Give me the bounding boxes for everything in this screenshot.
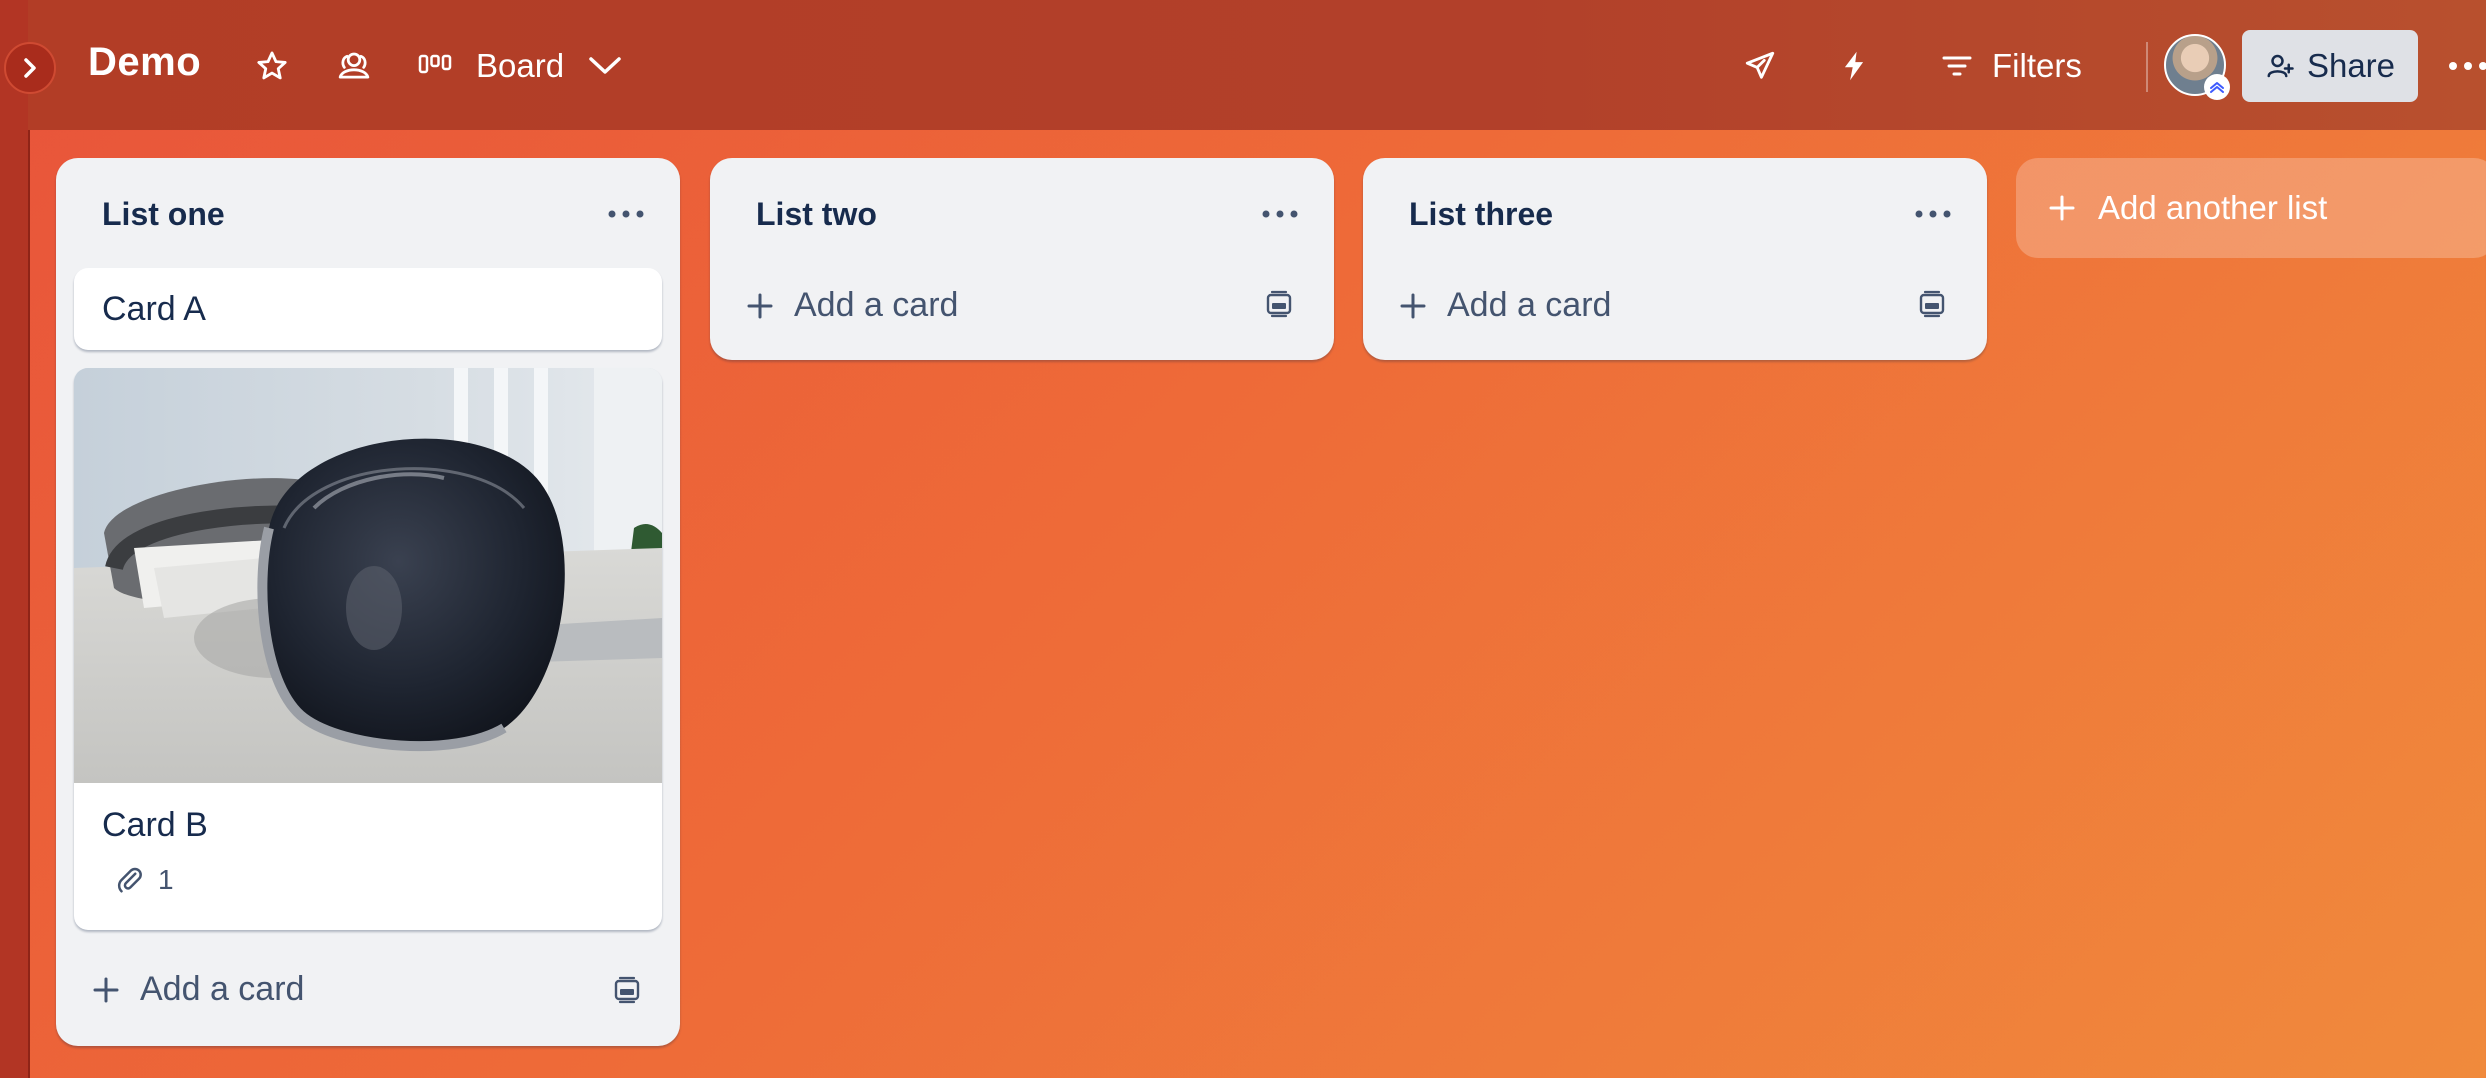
filters-button[interactable]: Filters [1942, 34, 2082, 98]
avatar[interactable] [2164, 34, 2230, 100]
add-card-label: Add a card [1447, 286, 1612, 324]
list-menu-button[interactable] [1262, 206, 1298, 218]
star-icon [257, 51, 287, 80]
rocket-icon [1745, 51, 1775, 79]
plus-icon [2049, 195, 2075, 221]
list-menu-button[interactable] [1915, 206, 1951, 218]
plus-icon [747, 293, 773, 318]
more-horizontal-icon [1915, 210, 1951, 218]
lightning-icon [1844, 51, 1864, 81]
filters-label: Filters [1992, 47, 2082, 84]
star-button[interactable] [250, 44, 294, 88]
visibility-button[interactable] [332, 44, 376, 88]
create-from-template-button[interactable] [612, 976, 642, 1009]
add-card-label: Add a card [794, 286, 959, 324]
more-horizontal-icon [1262, 210, 1298, 218]
card-template-icon [1919, 290, 1945, 318]
create-from-template-button[interactable] [1264, 290, 1294, 323]
card-template-icon [614, 976, 640, 1004]
card[interactable]: Card B 1 [74, 368, 662, 930]
attachment-count: 1 [158, 864, 174, 895]
workspace-visible-icon [338, 52, 370, 79]
list-title[interactable]: List one [102, 196, 225, 233]
board-menu-button[interactable] [2446, 44, 2486, 88]
share-button[interactable]: Share [2242, 30, 2418, 102]
header-divider [2146, 42, 2148, 92]
add-member-icon [2267, 54, 2294, 78]
share-label: Share [2306, 47, 2396, 84]
list: List one Card A Card B 1 Add a card [56, 158, 680, 1046]
more-horizontal-icon [608, 210, 644, 218]
view-switcher[interactable]: Board [418, 34, 622, 98]
plus-icon [93, 977, 119, 1002]
sidebar-collapsed [0, 0, 30, 1078]
filter-icon [1942, 56, 1972, 76]
chevron-right-icon [24, 58, 36, 78]
add-card-button[interactable]: Add a card [92, 970, 304, 1009]
sidebar-toggle-button[interactable] [4, 42, 56, 94]
board-title[interactable]: Demo [88, 40, 201, 85]
plus-icon [1400, 293, 1426, 318]
admin-badge-icon [2204, 74, 2230, 100]
list: List three Add a card [1363, 158, 1987, 360]
create-from-template-button[interactable] [1917, 290, 1947, 323]
board-header: Demo Board Filters Share [28, 0, 2486, 130]
view-label: Board [476, 47, 565, 84]
list: List two Add a card [710, 158, 1334, 360]
card-cover-image [74, 368, 662, 783]
chevron-down-icon [589, 57, 621, 74]
card-title: Card B [102, 806, 208, 844]
list-title[interactable]: List three [1409, 196, 1553, 233]
more-horizontal-icon [2449, 62, 2486, 70]
add-card-button[interactable]: Add a card [746, 286, 958, 325]
add-card-label: Add a card [140, 970, 305, 1008]
attachment-badge: 1 [114, 864, 174, 896]
add-card-button[interactable]: Add a card [1399, 286, 1611, 325]
power-ups-button[interactable] [1738, 44, 1782, 88]
card-title: Card A [102, 290, 206, 328]
automation-button[interactable] [1832, 44, 1876, 88]
card[interactable]: Card A [74, 268, 662, 350]
board-view-icon [418, 54, 452, 74]
add-list-button[interactable]: Add another list [2016, 158, 2486, 258]
list-title[interactable]: List two [756, 196, 877, 233]
add-list-label: Add another list [2098, 189, 2328, 226]
paperclip-icon [117, 867, 142, 893]
list-menu-button[interactable] [608, 206, 644, 218]
card-template-icon [1266, 290, 1292, 318]
